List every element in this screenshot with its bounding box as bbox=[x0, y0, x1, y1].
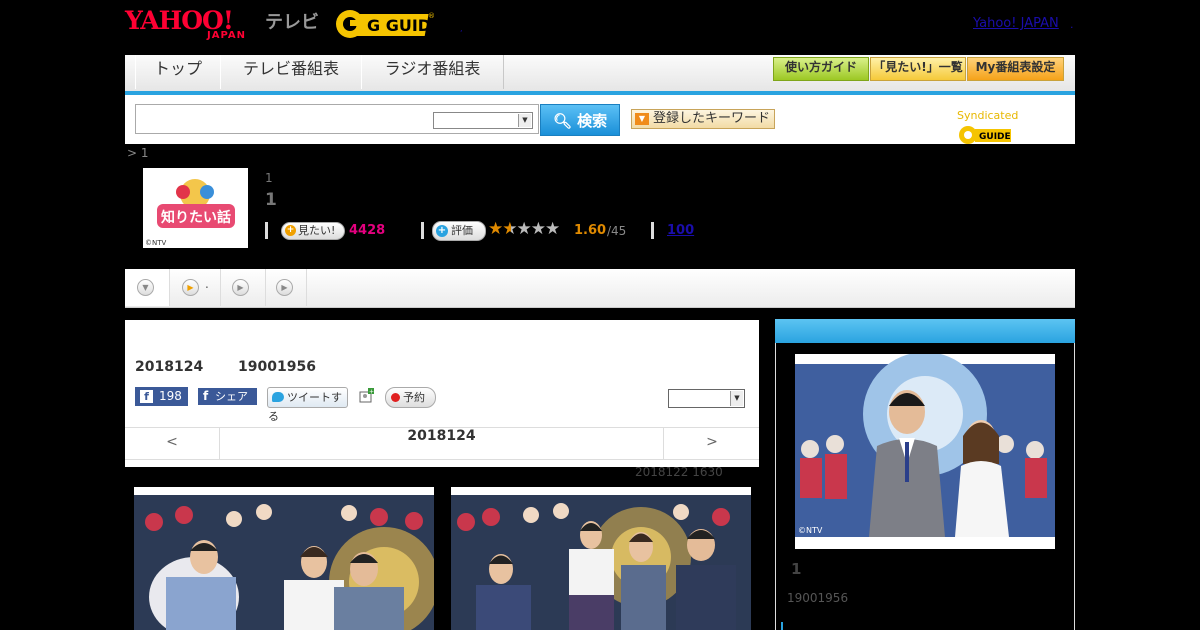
guide-button[interactable]: 使い方ガイド bbox=[773, 57, 869, 81]
reserve-label: 予約 bbox=[403, 391, 425, 404]
star-icon: ★ bbox=[516, 219, 532, 239]
star-icon: ★ bbox=[545, 219, 560, 239]
facebook-icon: f bbox=[203, 389, 209, 403]
review-count-link[interactable]: 100 bbox=[667, 223, 694, 238]
yahoo-japan-logo[interactable]: YAHOO! JAPAN bbox=[125, 6, 260, 42]
yahoo-japan-link[interactable]: Yahoo! JAPAN bbox=[973, 16, 1059, 31]
updated-timestamp: 2018122 1630 bbox=[635, 465, 723, 479]
chevron-down-icon: ▼ bbox=[730, 391, 743, 406]
thumbnail-text: 知りたい話 bbox=[161, 209, 231, 226]
star-icon: ★ bbox=[530, 219, 546, 239]
want-count: 4428 bbox=[349, 223, 386, 238]
chevron-down-icon: ▼ bbox=[137, 279, 154, 296]
chevron-down-icon: ▼ bbox=[518, 114, 531, 127]
saved-keywords-label: 登録したキーワード bbox=[653, 111, 771, 126]
divider bbox=[421, 222, 424, 239]
syndicated-label: Syndicated bbox=[957, 109, 1019, 122]
plus-icon: + bbox=[436, 225, 448, 237]
date-pager: < 2018124 > bbox=[125, 427, 759, 460]
tweet-button[interactable]: ツイートする bbox=[267, 387, 348, 423]
star-rating: ★★★★★ bbox=[488, 219, 560, 239]
rating-max: /45 bbox=[607, 224, 627, 238]
subtab-third[interactable]: ▶ bbox=[221, 269, 266, 306]
rate-label: 評価 bbox=[451, 224, 473, 237]
gguide-logo-text: G GUIDE bbox=[367, 16, 436, 35]
previous-date-button[interactable]: < bbox=[125, 428, 220, 459]
reserve-button[interactable]: 予約 bbox=[385, 387, 436, 408]
my-listings-button[interactable]: My番組表設定 bbox=[967, 57, 1064, 81]
twitter-bird-icon bbox=[272, 392, 284, 402]
tab-radio-listings[interactable]: ラジオ番組表 bbox=[361, 55, 504, 89]
facebook-share-button[interactable]: f シェア bbox=[198, 388, 257, 405]
record-icon bbox=[391, 393, 400, 402]
svg-text:+: + bbox=[369, 389, 374, 396]
search-category-select[interactable]: ▼ bbox=[433, 112, 533, 129]
subtab-label: . bbox=[205, 277, 209, 291]
play-icon: ▶ bbox=[182, 279, 199, 296]
link-dot: . bbox=[1070, 18, 1074, 31]
next-date-button[interactable]: > bbox=[663, 428, 760, 459]
sidebar-photo-credit: ©NTV bbox=[798, 526, 823, 535]
svg-text:GUIDE: GUIDE bbox=[979, 132, 1011, 142]
saved-keywords-button[interactable]: ▼ 登録したキーワード bbox=[631, 109, 775, 129]
japan-logo-text: JAPAN bbox=[207, 30, 246, 41]
want-to-watch-button[interactable]: + 見たい! bbox=[281, 222, 345, 240]
subtab-fourth[interactable]: ▶ bbox=[266, 269, 307, 306]
facebook-like-button[interactable]: f 198 bbox=[135, 387, 188, 406]
tv-label: テレビ bbox=[265, 12, 319, 33]
divider bbox=[651, 222, 654, 239]
sidebar-time: 19001956 bbox=[787, 591, 849, 605]
rate-button[interactable]: + 評価 bbox=[432, 221, 486, 241]
search-button[interactable]: 🔍︎ 検索 bbox=[540, 104, 620, 136]
dropdown-arrow-icon: ▼ bbox=[635, 113, 649, 125]
episode-photo[interactable] bbox=[451, 487, 751, 630]
facebook-icon: f bbox=[140, 390, 153, 403]
play-icon: ▶ bbox=[276, 279, 293, 296]
sidebar-header bbox=[775, 319, 1075, 343]
header-dot: , bbox=[460, 24, 463, 33]
episode-select[interactable]: ▼ bbox=[668, 389, 745, 408]
play-icon: ▶ bbox=[232, 279, 249, 296]
subtab-episodes[interactable]: ▶ . bbox=[170, 269, 221, 306]
program-title: 1 bbox=[265, 190, 277, 210]
sidebar-cast-photo[interactable]: ©NTV bbox=[795, 354, 1055, 549]
subtab-program-info[interactable]: ▼ bbox=[125, 269, 170, 306]
air-date: 2018124 bbox=[135, 359, 204, 375]
like-count: 198 bbox=[159, 389, 182, 403]
share-label: シェア bbox=[215, 390, 248, 403]
tab-tv-listings[interactable]: テレビ番組表 bbox=[220, 55, 362, 89]
thumbnail-credit: ©NTV bbox=[145, 239, 167, 247]
tab-top[interactable]: トップ bbox=[135, 55, 221, 89]
pager-date: 2018124 bbox=[407, 428, 476, 444]
svg-text:®: ® bbox=[428, 12, 435, 20]
program-subtabs: ▼ ▶ . ▶ ▶ bbox=[125, 269, 1075, 308]
syndicated-gguide-logo: Syndicated GUIDE bbox=[957, 105, 1075, 146]
bookmark-icon[interactable]: + bbox=[358, 388, 374, 404]
search-area: ▼ 🔍︎ 検索 ▼ 登録したキーワード Syndicated GUIDE bbox=[125, 95, 1075, 144]
air-time: 19001956 bbox=[238, 359, 316, 375]
program-thumbnail: 知りたい話 ©NTV bbox=[143, 168, 248, 248]
plus-icon: + bbox=[285, 225, 296, 236]
breadcrumb[interactable]: > 1 bbox=[127, 146, 149, 160]
main-nav: トップ テレビ番組表 ラジオ番組表 使い方ガイド 「見たい!」一覧 My番組表設… bbox=[125, 55, 1075, 95]
star-icon: ★ bbox=[488, 219, 503, 239]
gguide-logo[interactable]: G GUIDE ® bbox=[334, 6, 442, 42]
sidebar-title: 1 bbox=[791, 560, 802, 578]
sidebar-accent-bar bbox=[781, 622, 783, 630]
program-subtitle: 1 bbox=[265, 171, 273, 185]
want-label: 見たい! bbox=[298, 224, 336, 237]
episode-photo[interactable] bbox=[134, 487, 434, 630]
want-list-button[interactable]: 「見たい!」一覧 bbox=[870, 57, 966, 81]
search-button-label: 検索 bbox=[577, 112, 608, 130]
search-icon: 🔍︎ bbox=[552, 112, 572, 130]
star-icon: ★ bbox=[502, 219, 517, 239]
rating-value: 1.60 bbox=[574, 223, 607, 238]
divider bbox=[265, 222, 268, 239]
